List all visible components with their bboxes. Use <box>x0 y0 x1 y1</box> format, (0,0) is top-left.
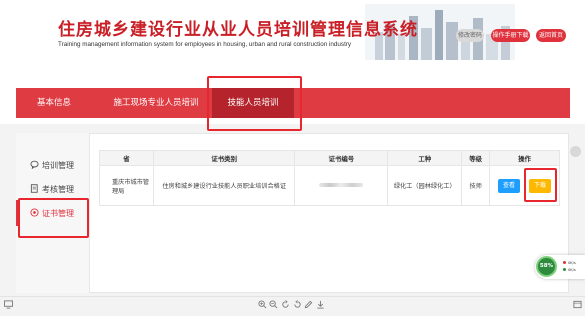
download-speed: 0K/s <box>563 268 576 272</box>
header: 住房城乡建设行业从业人员培训管理信息系统 Training management… <box>0 0 585 62</box>
view-button[interactable]: 查看 <box>498 178 521 193</box>
reset-icon[interactable] <box>281 300 290 309</box>
back-home-button[interactable]: 返回首页 <box>536 29 566 42</box>
highlight-box-download <box>524 168 557 202</box>
chat-icon <box>30 160 39 169</box>
col-header-number: 证书编号 <box>294 150 389 166</box>
upload-dot-icon <box>563 261 566 264</box>
col-header-level: 等级 <box>461 150 491 166</box>
tab-site-staff-training[interactable]: 施工现场专业人员培训 <box>106 88 206 118</box>
upload-speed: 0K/s <box>563 261 576 265</box>
table-row: 重庆市城市管理局 住房和城乡建设行业技能人员职业培训合格证 绿化工（园林绿化工）… <box>99 165 560 206</box>
sidebar-item-training[interactable]: 培训管理 <box>30 160 74 171</box>
cell-level: 技师 <box>461 165 491 206</box>
document-icon <box>30 184 38 193</box>
rotate-icon[interactable] <box>293 300 302 309</box>
zoom-out-icon[interactable] <box>269 300 278 309</box>
redacted-number <box>319 183 364 187</box>
col-header-province: 省 <box>99 150 154 166</box>
highlight-box-nav <box>207 76 302 131</box>
certificate-table: 省 证书类别 证书编号 工种 等级 操作 重庆市城市管理局 住房和城乡建设行业技… <box>99 150 560 206</box>
sidebar-item-label: 考核管理 <box>42 185 74 194</box>
system-title: 住房城乡建设行业从业人员培训管理信息系统 <box>58 20 418 40</box>
download-speed-text: 0K/s <box>568 268 576 272</box>
change-password-button[interactable]: 修改密码 <box>456 29 484 42</box>
monitor-icon[interactable] <box>4 300 13 309</box>
system-subtitle: Training management information system f… <box>58 41 352 48</box>
col-header-trade: 工种 <box>387 150 463 166</box>
cell-number <box>294 165 389 206</box>
highlight-box-sidebar <box>18 198 89 238</box>
scroll-handle[interactable] <box>570 146 581 157</box>
tab-basic-info[interactable]: 基本信息 <box>26 88 82 118</box>
table-header-row: 省 证书类别 证书编号 工种 等级 操作 <box>99 150 560 166</box>
col-header-actions: 操作 <box>489 150 560 166</box>
cell-trade: 绿化工（园林绿化工） <box>387 165 463 206</box>
pencil-icon[interactable] <box>304 300 313 309</box>
manual-download-button[interactable]: 操作手册下载 <box>491 29 530 42</box>
page: 住房城乡建设行业从业人员培训管理信息系统 Training management… <box>0 0 585 316</box>
sidebar-item-assessment[interactable]: 考核管理 <box>30 184 74 195</box>
zoom-in-icon[interactable] <box>258 300 267 309</box>
cell-province: 重庆市城市管理局 <box>99 165 154 206</box>
col-header-category: 证书类别 <box>152 150 296 166</box>
download-icon[interactable] <box>316 300 325 309</box>
upload-speed-text: 0K/s <box>568 261 576 265</box>
memory-gauge[interactable]: 58% <box>536 256 557 277</box>
download-dot-icon <box>563 268 566 271</box>
sidebar-item-label: 培训管理 <box>42 161 74 170</box>
window-icon[interactable] <box>573 300 582 309</box>
cell-category: 住房和城乡建设行业技能人员职业培训合格证 <box>152 165 296 206</box>
